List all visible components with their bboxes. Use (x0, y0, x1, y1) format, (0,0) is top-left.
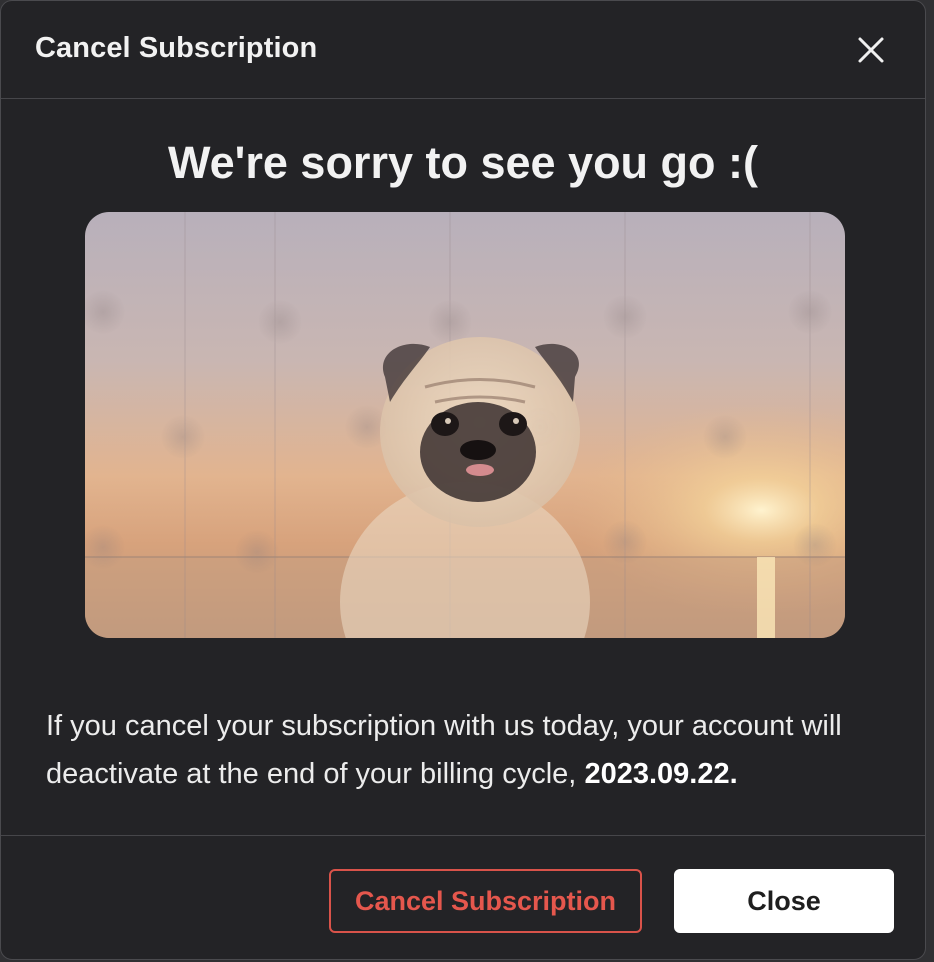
cancel-subscription-dialog: Cancel Subscription We're sorry to see y… (0, 0, 926, 960)
farewell-headline: We're sorry to see you go :( (167, 137, 758, 188)
close-button[interactable]: Close (674, 869, 894, 933)
deactivation-date: 2023.09.22. (584, 758, 738, 790)
sad-pug-image (85, 212, 845, 638)
dialog-title: Cancel Subscription (35, 32, 318, 64)
deactivation-message: If you cancel your subscription with us … (46, 702, 896, 798)
close-icon[interactable] (853, 32, 889, 68)
dialog-header: Cancel Subscription (1, 1, 925, 99)
cancel-subscription-button[interactable]: Cancel Subscription (329, 869, 642, 933)
